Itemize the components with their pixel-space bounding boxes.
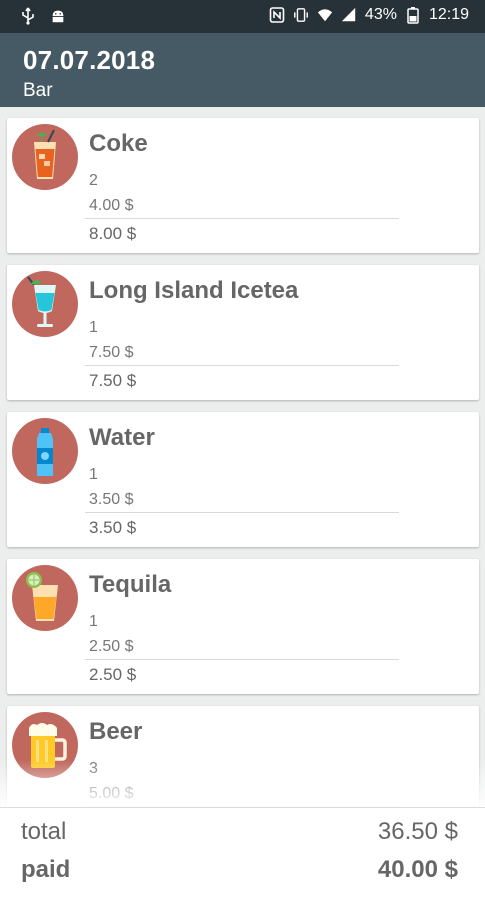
item-total: 3.50 $ bbox=[89, 518, 137, 537]
list-item[interactable]: Long Island Icetea 1 7.50 $ 7.50 $ bbox=[7, 265, 479, 400]
item-name: Tequila bbox=[89, 571, 172, 598]
item-price: 3.50 $ bbox=[89, 491, 134, 508]
cola-glass-icon bbox=[12, 124, 78, 190]
divider bbox=[85, 512, 399, 513]
paid-label: paid bbox=[21, 856, 71, 883]
item-price: 2.50 $ bbox=[89, 638, 134, 655]
item-name: Coke bbox=[89, 130, 148, 157]
total-label: total bbox=[21, 818, 67, 845]
item-price: 4.00 $ bbox=[89, 197, 134, 214]
item-quantity: 1 bbox=[89, 466, 98, 483]
clock: 12:19 bbox=[428, 6, 469, 23]
item-total: 7.50 $ bbox=[89, 371, 137, 390]
tequila-shot-icon bbox=[12, 565, 78, 631]
total-value: 36.50 $ bbox=[377, 818, 458, 845]
item-price: 5.00 $ bbox=[89, 785, 134, 802]
item-quantity: 1 bbox=[89, 613, 98, 630]
item-name: Beer bbox=[89, 718, 143, 745]
divider bbox=[85, 218, 399, 219]
item-total: 2.50 $ bbox=[89, 665, 137, 684]
android-icon bbox=[50, 7, 66, 25]
battery-percent: 43% bbox=[364, 6, 397, 23]
list-item[interactable]: Coke 2 4.00 $ 8.00 $ bbox=[7, 118, 479, 253]
app-bar: 07.07.2018 Bar bbox=[0, 33, 485, 107]
status-bar: 43% 12:19 bbox=[0, 0, 485, 33]
item-name: Water bbox=[89, 424, 155, 451]
item-quantity: 3 bbox=[89, 760, 98, 777]
list-item[interactable]: Tequila 1 2.50 $ 2.50 $ bbox=[7, 559, 479, 694]
divider bbox=[85, 659, 399, 660]
wifi-icon bbox=[317, 6, 333, 24]
beer-mug-icon bbox=[12, 712, 78, 778]
item-name: Long Island Icetea bbox=[89, 277, 299, 304]
battery-icon bbox=[405, 6, 421, 24]
item-quantity: 2 bbox=[89, 172, 98, 189]
item-price: 7.50 $ bbox=[89, 344, 134, 361]
item-quantity: 1 bbox=[89, 319, 98, 336]
order-list[interactable]: Coke 2 4.00 $ 8.00 $ Long Island Icetea … bbox=[0, 107, 485, 807]
vibrate-icon bbox=[293, 6, 309, 24]
summary-footer: total 36.50 $ paid 40.00 $ bbox=[0, 807, 485, 900]
page-title: 07.07.2018 bbox=[23, 45, 156, 75]
page-subtitle: Bar bbox=[23, 80, 53, 101]
paid-value: 40.00 $ bbox=[377, 856, 458, 883]
usb-icon bbox=[20, 7, 36, 25]
signal-icon bbox=[341, 6, 357, 24]
list-item[interactable]: Beer 3 5.00 $ bbox=[7, 706, 479, 807]
water-bottle-icon bbox=[12, 418, 78, 484]
item-total: 8.00 $ bbox=[89, 224, 137, 243]
nfc-icon bbox=[269, 6, 285, 24]
divider bbox=[85, 365, 399, 366]
cocktail-glass-icon bbox=[12, 271, 78, 337]
list-item[interactable]: Water 1 3.50 $ 3.50 $ bbox=[7, 412, 479, 547]
